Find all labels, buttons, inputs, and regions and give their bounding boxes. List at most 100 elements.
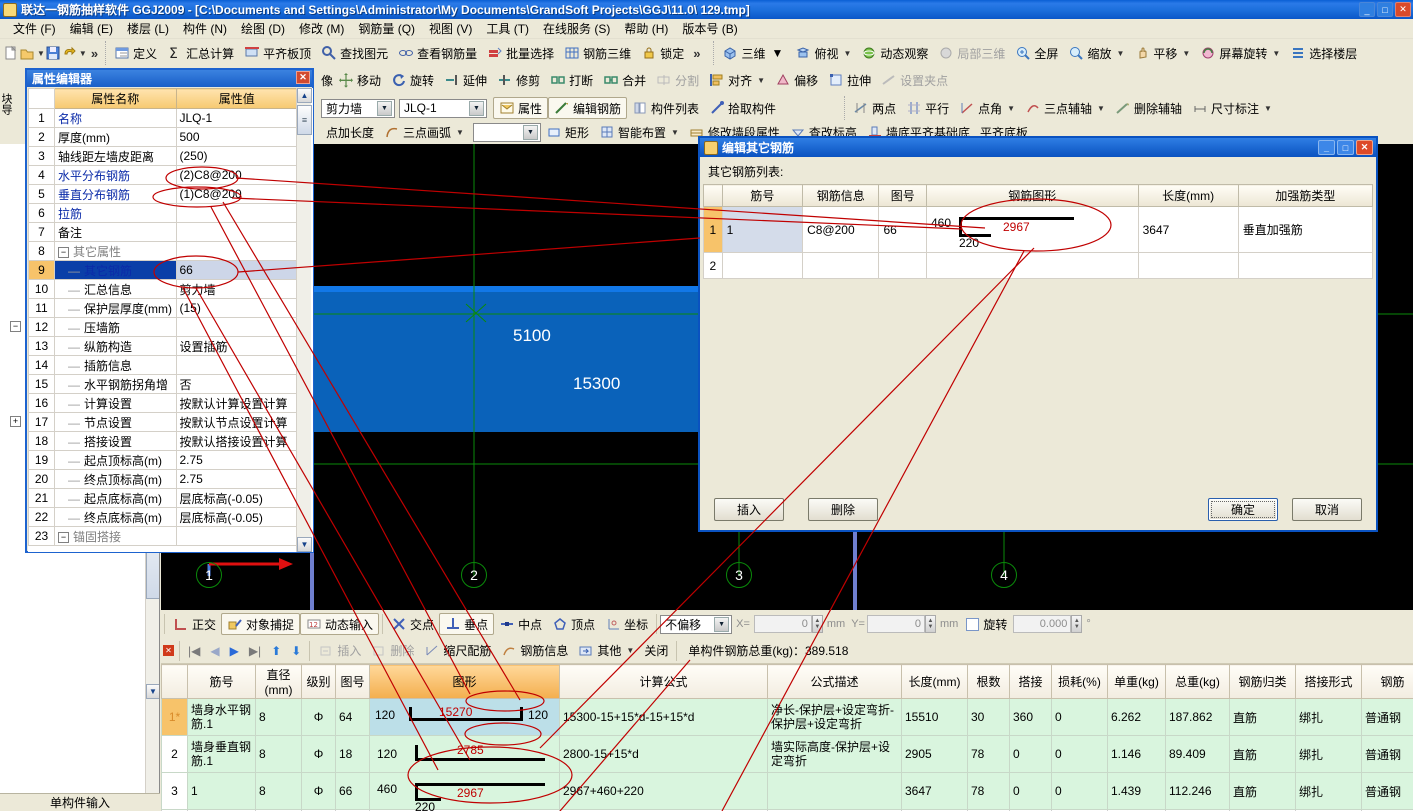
osnap-button[interactable]: 对象捕捉 xyxy=(221,613,301,635)
property-row[interactable]: 12— 压墙筋 xyxy=(28,317,298,337)
nav-down-button[interactable]: ⬇ xyxy=(286,640,306,662)
single-component-input-tab[interactable]: 单构件输入 xyxy=(0,793,160,811)
x-input[interactable]: 0 xyxy=(753,615,812,633)
grid-row-formula[interactable]: 2967+460+220 xyxy=(559,772,768,810)
property-row[interactable]: 20— 终点顶标高(m) 2.75 xyxy=(28,469,298,489)
property-row-value[interactable]: 剪力墙 xyxy=(175,279,298,299)
property-row-value[interactable]: 设置插筋 xyxy=(175,336,298,356)
other-rebar-row1-length[interactable]: 3647 xyxy=(1137,206,1239,253)
grid-row-tuhao[interactable]: 66 xyxy=(335,772,370,810)
property-row-value[interactable] xyxy=(175,526,298,546)
undo-chevron-down-icon[interactable]: ▼ xyxy=(79,49,87,58)
offset-mode-chevron-down-icon[interactable]: ▼ xyxy=(714,616,730,632)
property-row[interactable]: 14— 插筋信息 xyxy=(28,355,298,375)
property-row[interactable]: 10— 汇总信息 剪力墙 xyxy=(28,279,298,299)
other-rebar-table[interactable]: 筋号 钢筋信息 图号 钢筋图形 长度(mm) 加强筋类型 1 1 C8@200 … xyxy=(703,184,1374,279)
lock-button[interactable]: 锁定 xyxy=(636,42,689,64)
grid-row-jinhao[interactable]: 1 xyxy=(187,772,256,810)
fullscreen-button[interactable]: 全屏 xyxy=(1010,42,1063,64)
summary-calc-button[interactable]: Σ 汇总计算 xyxy=(162,42,239,64)
grid-row-category[interactable]: 直筋 xyxy=(1229,772,1296,810)
property-row[interactable]: 2 厚度(mm) 500 xyxy=(28,127,298,147)
property-row-value[interactable] xyxy=(175,203,298,223)
menu-version[interactable]: 版本号 (B) xyxy=(675,18,744,39)
smart-place-chevron-down-icon[interactable]: ▼ xyxy=(671,128,679,137)
property-row-value[interactable] xyxy=(175,241,298,261)
offset-button[interactable]: 偏移 xyxy=(770,69,823,91)
menu-help[interactable]: 帮助 (H) xyxy=(617,18,675,39)
other-menu-button[interactable]: 其他 ▼ xyxy=(573,640,639,662)
menu-file[interactable]: 文件 (F) xyxy=(6,18,63,39)
screen-rotate-button[interactable]: 屏幕旋转 ▼ xyxy=(1195,42,1285,64)
rebar-info-button[interactable]: 钢筋信息 xyxy=(496,640,573,662)
maximize-button[interactable]: □ xyxy=(1377,2,1393,17)
rotate-input[interactable]: 0.000 xyxy=(1013,615,1072,633)
three-point-arc-chevron-down-icon[interactable]: ▼ xyxy=(456,128,464,137)
nav-up-button[interactable]: ⬆ xyxy=(266,640,286,662)
zoom-button[interactable]: 缩放 ▼ xyxy=(1063,42,1129,64)
other-rebar-row2-info[interactable] xyxy=(802,252,880,279)
rebar-detail-grid[interactable]: 筋号 直径(mm) 级别 图号 图形 计算公式 公式描述 长度(mm) 根数 搭… xyxy=(161,664,1413,811)
property-row-value[interactable] xyxy=(175,317,298,337)
grid-row-total-weight[interactable]: 187.862 xyxy=(1165,698,1230,736)
grid-row-grade[interactable]: Φ xyxy=(301,735,336,773)
property-row[interactable]: 3 轴线距左墙皮距离 (250) xyxy=(28,146,298,166)
menu-edit[interactable]: 编辑 (E) xyxy=(63,18,120,39)
merge-button[interactable]: 合并 xyxy=(598,69,651,91)
grid-row-total-weight[interactable]: 112.246 xyxy=(1165,772,1230,810)
pan-button[interactable]: 平移 ▼ xyxy=(1129,42,1195,64)
grid-row-formula[interactable]: 2800-15+15*d xyxy=(559,735,768,773)
coordinate-snap-button[interactable]: 坐标 xyxy=(600,613,653,635)
property-row-value[interactable]: 按默认搭接设置计算 xyxy=(175,431,298,451)
grid-row-tuhao[interactable]: 18 xyxy=(335,735,370,773)
grid-row-count[interactable]: 78 xyxy=(967,735,1010,773)
grid-row-unit-weight[interactable]: 6.262 xyxy=(1107,698,1166,736)
rotate-checkbox[interactable] xyxy=(966,617,980,631)
three-d-chevron-down-icon[interactable]: ▼ xyxy=(771,46,785,60)
point-angle-button[interactable]: 点角 ▼ xyxy=(954,97,1020,119)
open-file-icon[interactable] xyxy=(19,45,35,61)
property-row[interactable]: 1 名称 JLQ-1 xyxy=(28,108,298,128)
property-row-value[interactable]: 层底标高(-0.05) xyxy=(175,488,298,508)
property-row[interactable]: 21— 起点底标高(m) 层底标高(-0.05) xyxy=(28,488,298,508)
other-rebar-row1-jinhao[interactable]: 1 xyxy=(721,206,804,253)
nav-last-button[interactable]: ▶| xyxy=(244,640,266,662)
parallel-button[interactable]: 平行 xyxy=(901,97,954,119)
grid-row-desc[interactable]: 墙实际高度-保护层+设定弯折 xyxy=(767,735,902,773)
nav-first-button[interactable]: |◀ xyxy=(183,640,205,662)
menu-online[interactable]: 在线服务 (S) xyxy=(536,18,617,39)
property-row[interactable]: 19— 起点顶标高(m) 2.75 xyxy=(28,450,298,470)
other-rebar-row1-info[interactable]: C8@200 xyxy=(802,206,880,253)
delete-row-button[interactable]: 删除 xyxy=(366,640,419,662)
edit-rebar-button[interactable]: 编辑钢筋 xyxy=(548,97,628,119)
property-editor-window[interactable]: 属性编辑器 ✕ 属性名称 属性值 1 名称 JLQ-1 2 厚度(mm) 500 3 轴线距左… xyxy=(25,68,314,553)
property-row[interactable]: 15— 水平钢筋拐角增否 xyxy=(28,374,298,394)
dimension-button[interactable]: 尺寸标注 ▼ xyxy=(1187,97,1277,119)
dialog-maximize-button[interactable]: □ xyxy=(1337,140,1354,155)
insert-button[interactable]: 插入 xyxy=(714,497,784,521)
grid-row-shape[interactable]: 120 2785 xyxy=(369,735,560,773)
stretch-button[interactable]: 拉伸 xyxy=(823,69,876,91)
grid-row-shape[interactable]: 460 2967 220 xyxy=(369,772,560,811)
property-row[interactable]: 11— 保护层厚度(mm) (15) xyxy=(28,298,298,318)
partial-3d-button[interactable]: 局部三维 xyxy=(933,42,1010,64)
dialog-minimize-button[interactable]: _ xyxy=(1318,140,1335,155)
grid-row-grade[interactable]: Φ xyxy=(301,772,336,810)
align-slab-top-button[interactable]: 平齐板顶 xyxy=(239,42,316,64)
property-row-value[interactable]: JLQ-1 xyxy=(175,108,298,128)
grid-row-jinhao[interactable]: 墙身水平钢筋.1 xyxy=(187,698,256,736)
component-list-button[interactable]: 构件列表 xyxy=(627,97,704,119)
close-panel-button[interactable]: 关闭 xyxy=(639,640,673,662)
cancel-button[interactable]: 取消 xyxy=(1292,497,1362,521)
grid-row-lap-form[interactable]: 绑扎 xyxy=(1295,772,1362,810)
grid-row-loss[interactable]: 0 xyxy=(1051,698,1108,736)
trim-button[interactable]: 修剪 xyxy=(492,69,545,91)
property-scroll-thumb[interactable]: ≡ xyxy=(297,105,312,135)
property-row[interactable]: 17— 节点设置 按默认节点设置计算 xyxy=(28,412,298,432)
draw-mode-chevron-down-icon[interactable]: ▼ xyxy=(522,124,538,140)
new-file-icon[interactable] xyxy=(3,45,19,61)
grid-row-desc[interactable]: 净长-保护层+设定弯折-保护层+设定弯折 xyxy=(767,698,902,736)
other-rebar-row2-shape[interactable] xyxy=(925,252,1139,279)
vertex-snap-button[interactable]: 顶点 xyxy=(547,613,600,635)
view-rebar-qty-button[interactable]: 查看钢筋量 xyxy=(393,42,482,64)
